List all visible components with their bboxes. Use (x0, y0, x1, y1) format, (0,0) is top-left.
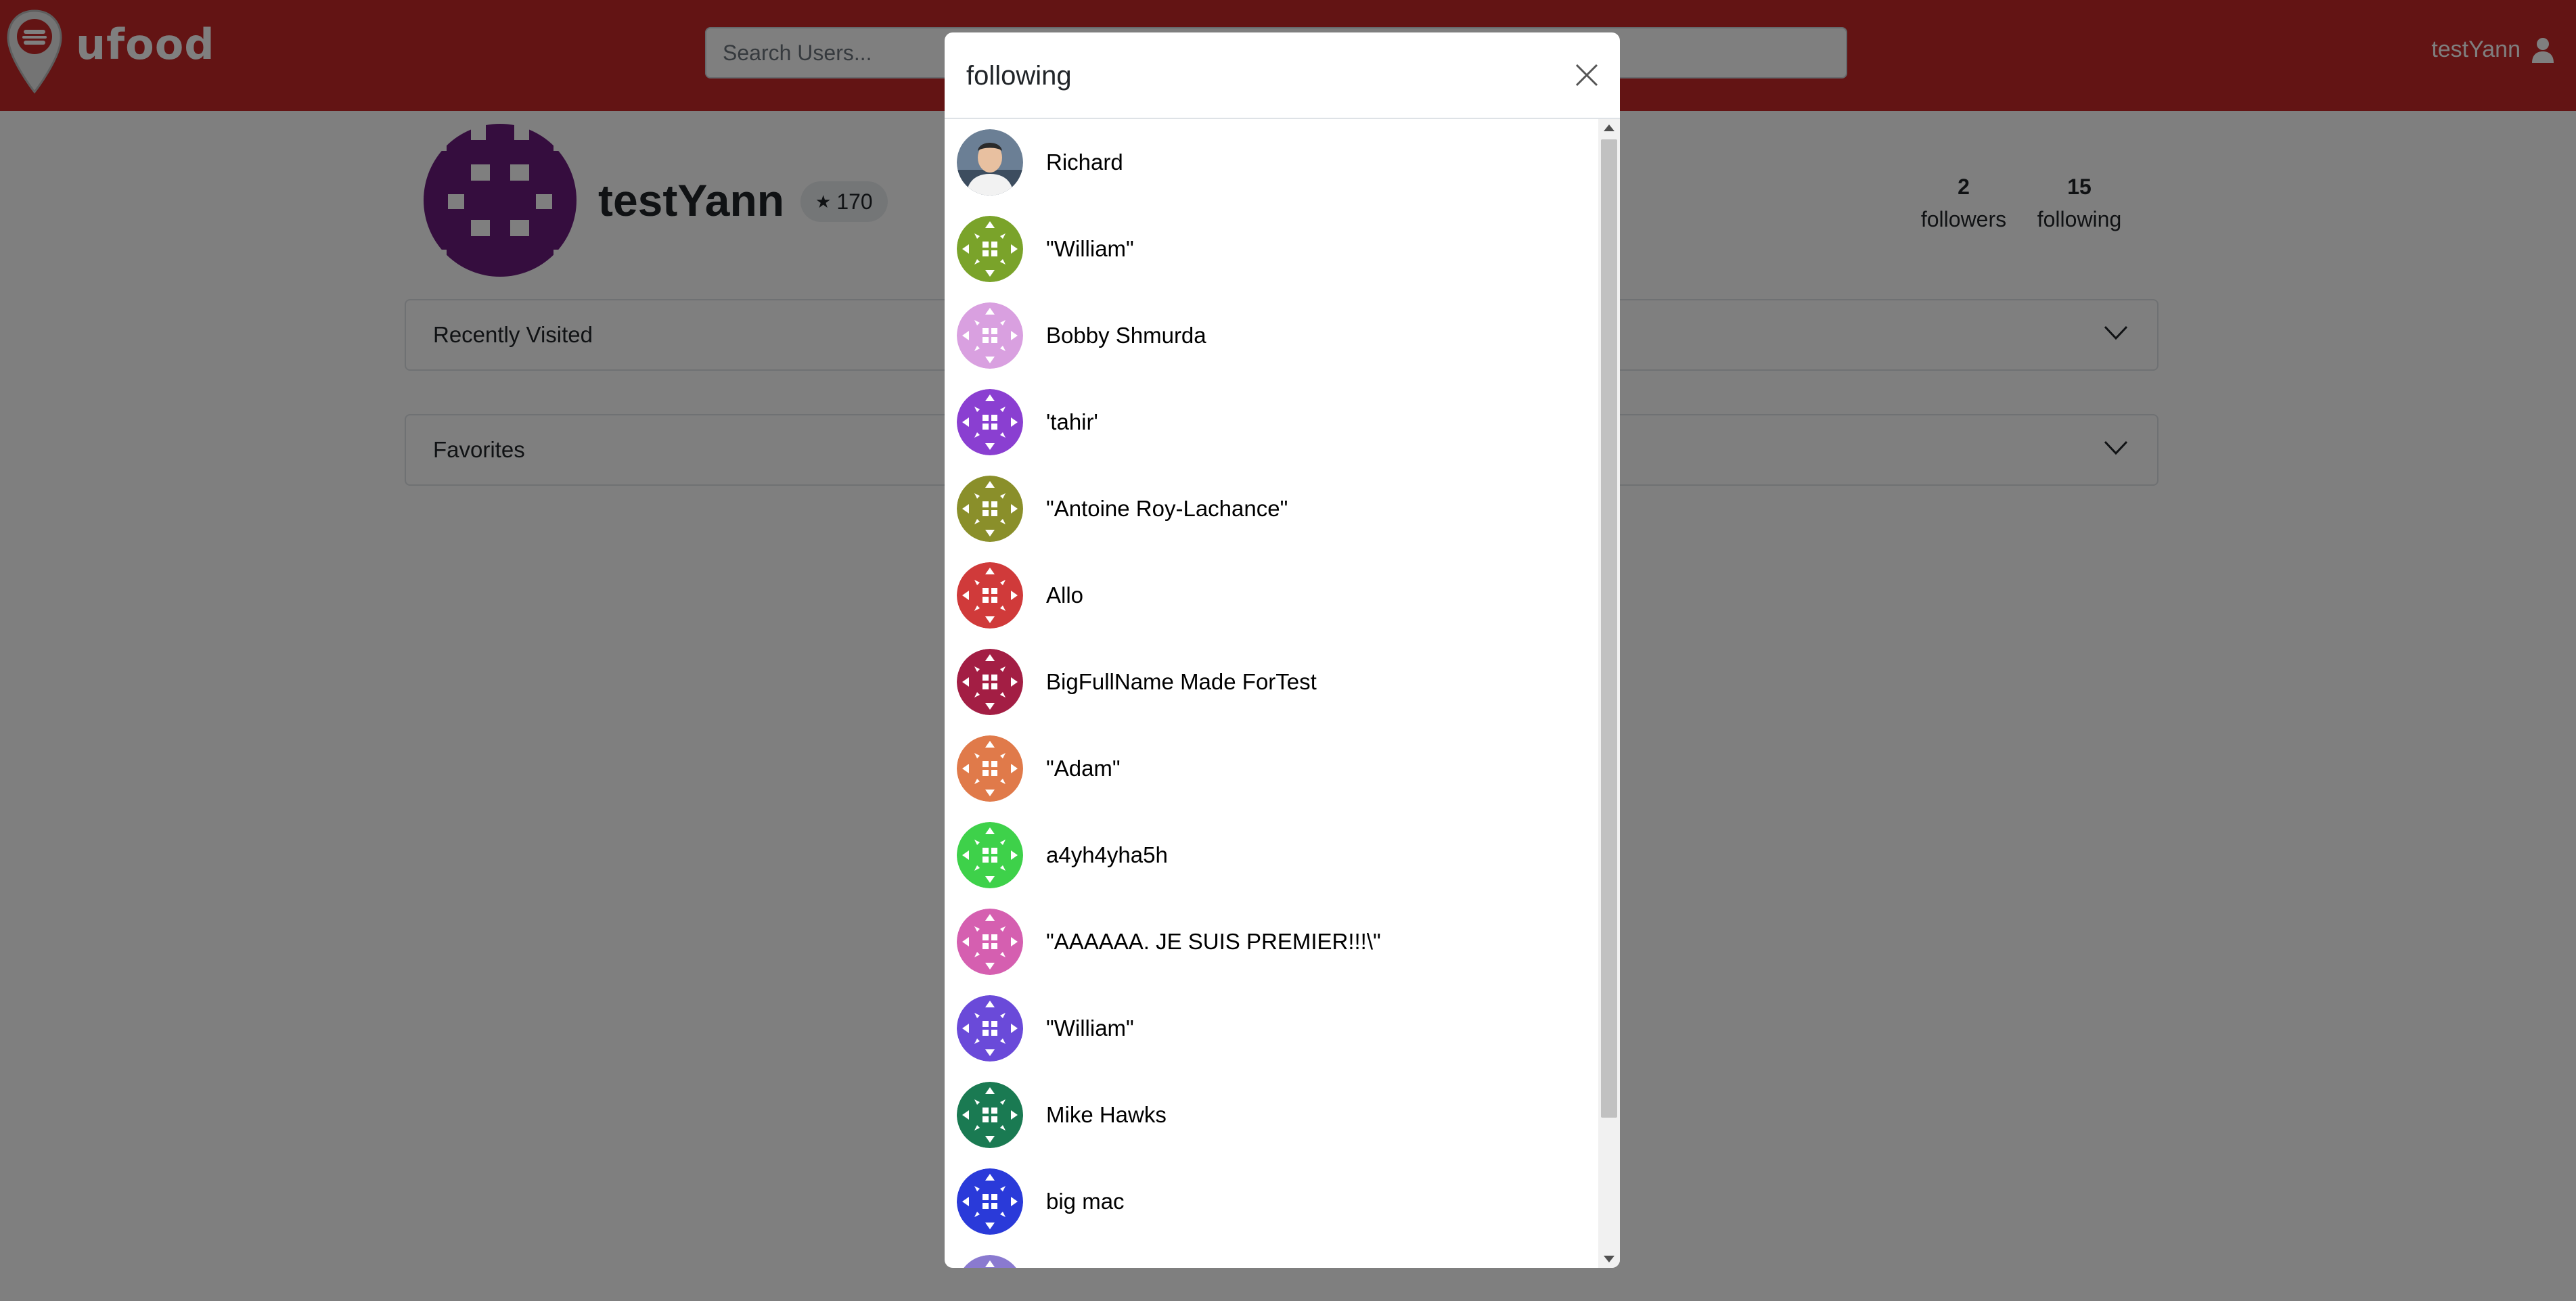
following-user-row[interactable]: Mike Hawks (945, 1072, 1598, 1158)
following-user-row[interactable]: Allo (945, 552, 1598, 639)
scroll-thumb[interactable] (1601, 139, 1617, 1118)
modal-scrollbar[interactable] (1598, 119, 1620, 1268)
following-user-name: "AAAAAA. JE SUIS PREMIER!!!\" (1046, 929, 1381, 954)
following-user-name: "William" (1046, 1015, 1134, 1041)
user-avatar (957, 822, 1023, 888)
user-avatar (957, 476, 1023, 542)
following-user-row[interactable]: Richard (945, 119, 1598, 206)
user-avatar (957, 562, 1023, 629)
user-avatar (957, 129, 1023, 196)
following-user-row[interactable]: "Antoine Roy-Lachance" (945, 465, 1598, 552)
following-user-row[interactable] (945, 1245, 1598, 1268)
following-user-name: "Antoine Roy-Lachance" (1046, 496, 1288, 521)
following-user-row[interactable]: "William" (945, 206, 1598, 292)
following-user-name: Allo (1046, 583, 1084, 608)
following-list: Richard "William" Bobby Shmurda 'tahir' "Ant… (945, 119, 1598, 1268)
following-user-row[interactable]: Bobby Shmurda (945, 292, 1598, 379)
following-user-row[interactable]: BigFullName Made ForTest (945, 639, 1598, 725)
user-avatar (957, 1255, 1023, 1268)
following-user-row[interactable]: "William" (945, 985, 1598, 1072)
user-avatar (957, 216, 1023, 282)
scroll-up-arrow-icon[interactable] (1604, 124, 1614, 131)
following-user-name: a4yh4yha5h (1046, 842, 1168, 867)
user-avatar (957, 1168, 1023, 1235)
user-avatar (957, 1082, 1023, 1148)
following-user-name: Bobby Shmurda (1046, 323, 1206, 348)
user-avatar (957, 735, 1023, 802)
following-user-name: Mike Hawks (1046, 1102, 1167, 1127)
user-avatar (957, 389, 1023, 455)
following-user-row[interactable]: "Adam" (945, 725, 1598, 812)
following-user-row[interactable]: a4yh4yha5h (945, 812, 1598, 898)
user-avatar (957, 995, 1023, 1062)
user-avatar (957, 302, 1023, 369)
following-user-name: Richard (1046, 150, 1123, 175)
following-user-name: "Adam" (1046, 756, 1121, 781)
following-user-name: big mac (1046, 1189, 1125, 1214)
following-user-name: BigFullName Made ForTest (1046, 669, 1317, 694)
modal-header: following (945, 32, 1620, 119)
scroll-down-arrow-icon[interactable] (1604, 1256, 1614, 1262)
following-user-name: 'tahir' (1046, 409, 1098, 434)
user-avatar (957, 909, 1023, 975)
following-user-row[interactable]: "AAAAAA. JE SUIS PREMIER!!!\" (945, 898, 1598, 985)
close-icon[interactable] (1574, 62, 1600, 88)
modal-title: following (966, 61, 1072, 91)
user-avatar (957, 649, 1023, 715)
following-user-row[interactable]: big mac (945, 1158, 1598, 1245)
following-modal: following Richard "William" Bobby Shmurda '… (945, 32, 1620, 1268)
following-user-name: "William" (1046, 236, 1134, 261)
following-user-row[interactable]: 'tahir' (945, 379, 1598, 465)
